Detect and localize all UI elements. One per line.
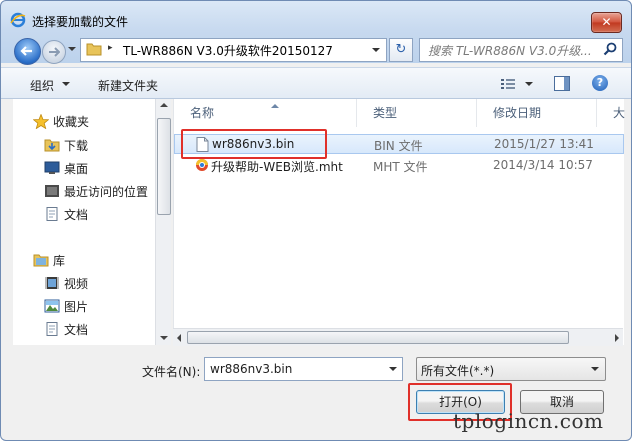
sidebar-item-label: 库 bbox=[53, 254, 66, 268]
scroll-down-icon[interactable] bbox=[160, 336, 168, 340]
arrow-right-icon bbox=[49, 47, 60, 57]
sidebar-item-label: 最近访问的位置 bbox=[64, 185, 149, 199]
column-header-size[interactable]: 大 bbox=[597, 99, 627, 127]
file-type: BIN 文件 bbox=[374, 139, 423, 153]
mht-file-icon bbox=[195, 158, 209, 175]
close-button[interactable]: ✕ bbox=[591, 12, 622, 33]
open-file-dialog: 选择要加载的文件 ✕ ▸ TL-WR886N V3.0升级软件20150127 … bbox=[0, 0, 632, 441]
title-bar[interactable]: 选择要加载的文件 ✕ bbox=[1, 1, 631, 35]
scroll-left-icon[interactable] bbox=[177, 334, 181, 342]
sidebar-item-label: 图片 bbox=[64, 300, 89, 314]
forward-button[interactable] bbox=[42, 40, 66, 64]
file-name: 升级帮助-WEB浏览.mht bbox=[211, 160, 343, 174]
refresh-button[interactable]: ↻ bbox=[389, 38, 413, 62]
scroll-up-icon[interactable] bbox=[160, 103, 168, 107]
highlight-box-selected-file bbox=[181, 129, 327, 159]
back-button[interactable] bbox=[14, 38, 41, 65]
recent-places-icon bbox=[44, 184, 60, 198]
column-header-type[interactable]: 类型 bbox=[357, 99, 477, 127]
filename-value: wr886nv3.bin bbox=[210, 362, 293, 376]
organize-dropdown-icon[interactable] bbox=[62, 82, 70, 86]
file-type-select[interactable]: 所有文件(*.*) bbox=[416, 357, 606, 381]
organize-menu-button[interactable]: 组织 bbox=[30, 77, 54, 94]
arrow-left-icon bbox=[20, 46, 32, 56]
table-row[interactable]: 升级帮助-WEB浏览.mht MHT 文件 2014/3/14 10:57 bbox=[174, 156, 624, 176]
scroll-thumb[interactable] bbox=[157, 118, 171, 215]
sidebar-item-label: 下载 bbox=[64, 139, 89, 153]
recent-pages-dropdown[interactable] bbox=[68, 47, 76, 51]
filename-label: 文件名(N): bbox=[142, 365, 201, 379]
address-dropdown-icon[interactable] bbox=[372, 48, 380, 52]
chevron-down-icon[interactable] bbox=[591, 367, 599, 371]
search-placeholder: 搜索 TL-WR886N V3.0升级... bbox=[428, 44, 592, 58]
address-bar[interactable]: ▸ TL-WR886N V3.0升级软件20150127 bbox=[80, 38, 387, 62]
sort-ascending-icon bbox=[271, 104, 279, 108]
sidebar-item-label: 收藏夹 bbox=[53, 115, 90, 129]
sidebar-item-label: 视频 bbox=[64, 277, 89, 291]
filename-field[interactable]: wr886nv3.bin bbox=[204, 357, 403, 381]
sidebar-item-label: 文档 bbox=[64, 208, 89, 222]
navigation-scrollbar[interactable] bbox=[155, 99, 171, 345]
document-icon bbox=[44, 322, 60, 336]
file-list-horizontal-scrollbar[interactable] bbox=[173, 328, 623, 346]
picture-icon bbox=[44, 299, 60, 313]
file-modified: 2014/3/14 10:57 bbox=[493, 158, 593, 172]
breadcrumb-separator-icon[interactable]: ▸ bbox=[108, 43, 113, 53]
file-type-selected: 所有文件(*.*) bbox=[421, 364, 495, 378]
breadcrumb-path[interactable]: TL-WR886N V3.0升级软件20150127 bbox=[123, 42, 333, 59]
search-input[interactable]: 搜索 TL-WR886N V3.0升级... bbox=[419, 38, 623, 62]
column-header-modified[interactable]: 修改日期 bbox=[477, 99, 597, 127]
ie-icon bbox=[10, 12, 26, 28]
window-title: 选择要加载的文件 bbox=[32, 15, 129, 29]
column-header-name[interactable]: 名称 bbox=[174, 99, 357, 127]
scroll-right-icon[interactable] bbox=[615, 334, 619, 342]
library-icon bbox=[33, 253, 49, 267]
downloads-folder-icon bbox=[44, 138, 60, 152]
filename-dropdown-icon[interactable] bbox=[389, 367, 397, 371]
sidebar-item-label: 文档 bbox=[64, 323, 89, 337]
star-icon bbox=[32, 113, 50, 130]
scroll-thumb[interactable] bbox=[187, 331, 569, 344]
navigation-pane: 收藏夹 下载 桌面 最近访问的位置 文档 库 视频 图片 文档 bbox=[13, 99, 168, 345]
command-toolbar: 组织 新建文件夹 ? bbox=[1, 67, 631, 99]
preview-pane-icon[interactable] bbox=[554, 76, 570, 91]
views-icon[interactable] bbox=[500, 77, 516, 94]
new-folder-button[interactable]: 新建文件夹 bbox=[98, 77, 158, 94]
document-icon bbox=[44, 207, 60, 221]
file-type: MHT 文件 bbox=[373, 160, 428, 174]
search-icon[interactable] bbox=[603, 42, 617, 59]
views-dropdown-icon[interactable] bbox=[525, 82, 533, 86]
help-icon[interactable]: ? bbox=[592, 75, 608, 91]
watermark: tplogincn.com bbox=[453, 409, 604, 433]
video-icon bbox=[44, 276, 60, 290]
desktop-icon bbox=[44, 161, 60, 175]
sidebar-item-label: 桌面 bbox=[64, 162, 89, 176]
folder-icon bbox=[86, 42, 102, 59]
file-modified: 2015/1/27 13:41 bbox=[494, 137, 594, 151]
